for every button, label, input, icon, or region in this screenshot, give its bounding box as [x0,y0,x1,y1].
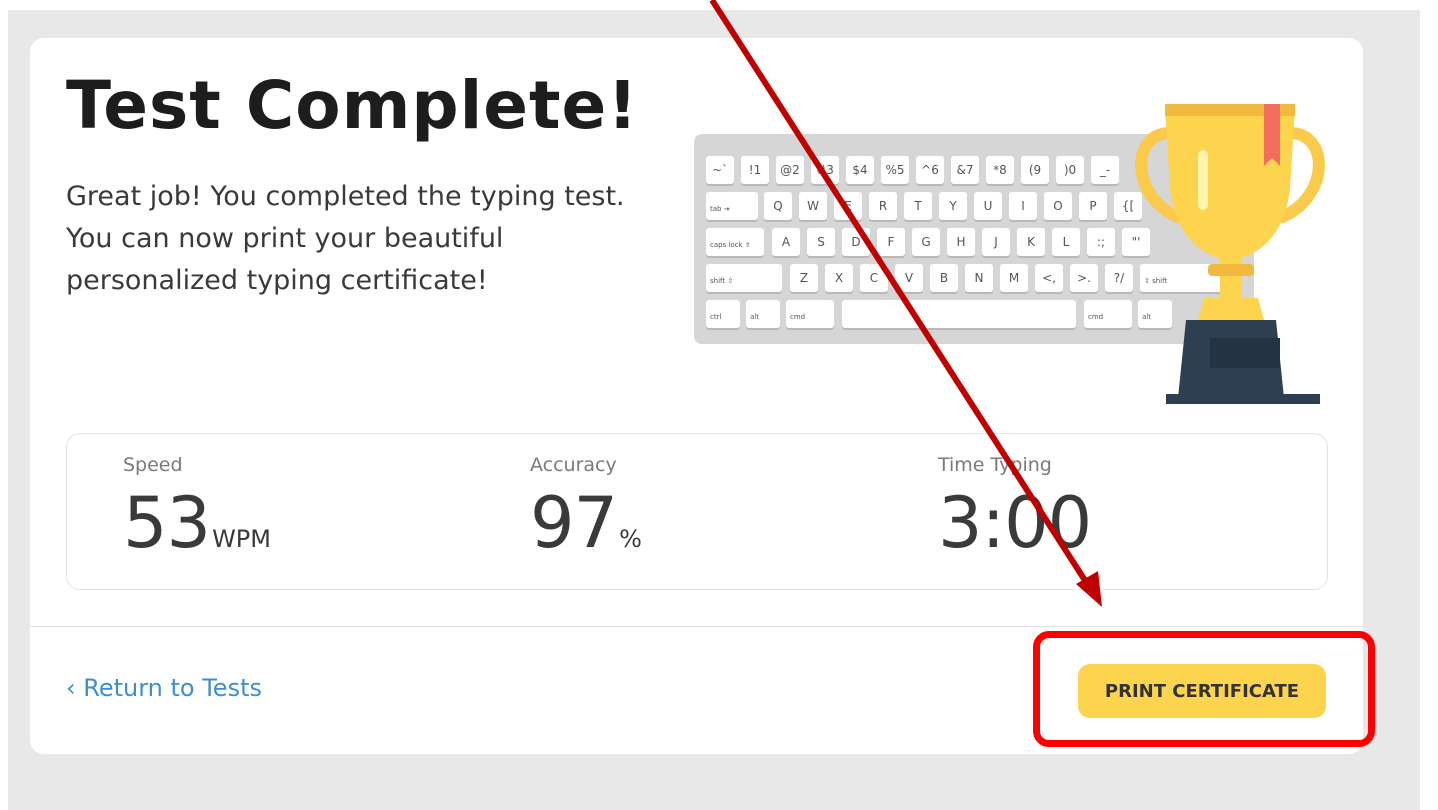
keyboard-key: _- [1091,156,1119,184]
keyboard-key: S [807,228,835,256]
keyboard-key: B [930,264,958,292]
keyboard-key: X [825,264,853,292]
keyboard-key: V [895,264,923,292]
print-certificate-button[interactable]: PRINT CERTIFICATE [1078,664,1326,718]
keyboard-key: ~` [706,156,734,184]
keyboard-key: R [869,192,897,220]
keyboard-key: H [947,228,975,256]
keyboard-key: $4 [846,156,874,184]
keyboard-key: >. [1070,264,1098,292]
keyboard-key: K [1017,228,1045,256]
stat-accuracy-label: Accuracy [530,454,617,476]
hero-illustration: ~` !1 @2 #3 $4 %5 ^6 &7 *8 (9)0 _- tab ⇥ Q W E R T Y U I O P{… [690,98,1340,408]
keyboard-key: N [965,264,993,292]
stats-panel: Speed 53WPM Accuracy 97% Time Typing 3:0… [66,433,1328,590]
keyboard-key: ^6 [916,156,944,184]
keyboard-key: (9 [1021,156,1049,184]
keyboard-key: E [834,192,862,220]
keyboard-key: P [1079,192,1107,220]
page-title: Test Complete! [66,67,639,144]
keyboard-key: T [904,192,932,220]
keyboard-spacebar [842,300,1076,328]
completion-message: Great job! You completed the typing test… [66,181,625,296]
keyboard-key: *8 [986,156,1014,184]
keyboard-key: A [772,228,800,256]
keyboard-key: Q [764,192,792,220]
keyboard-key: tab ⇥ [706,192,758,220]
stat-accuracy: Accuracy 97% [530,454,642,564]
keyboard-key: #3 [811,156,839,184]
keyboard-key: W [799,192,827,220]
keyboard-key: caps lock ⇪ [706,228,764,256]
stat-accuracy-unit: % [619,525,642,553]
stat-accuracy-value: 97 [530,482,618,564]
keyboard-key: cmd [786,300,834,328]
stat-speed-value: 53 [123,482,211,564]
stat-time: Time Typing 3:00 [938,454,1093,564]
results-card: Test Complete! Great job! You completed … [30,38,1363,754]
keyboard-key: !1 [741,156,769,184]
keyboard-key: @2 [776,156,804,184]
keyboard-key: :; [1087,228,1115,256]
keyboard-key: J [982,228,1010,256]
keyboard-key: M [1000,264,1028,292]
trophy-icon [1135,104,1325,404]
keyboard-key: alt [746,300,780,328]
keyboard-key: ctrl [706,300,740,328]
keyboard-key: Z [790,264,818,292]
keyboard-key: Y [939,192,967,220]
footer-divider [30,626,1363,627]
stat-speed-unit: WPM [212,525,271,553]
keyboard-key: F [877,228,905,256]
stat-speed: Speed 53WPM [123,454,271,564]
keyboard-key: O [1044,192,1072,220]
return-to-tests-link[interactable]: ‹ Return to Tests [66,674,262,702]
keyboard-key: %5 [881,156,909,184]
stat-time-label: Time Typing [938,454,1052,476]
keyboard-key: I [1009,192,1037,220]
keyboard-key: <, [1035,264,1063,292]
keyboard-key: )0 [1056,156,1084,184]
stat-speed-label: Speed [123,454,183,476]
keyboard-key: C [860,264,888,292]
keyboard-key: shift ⇧ [706,264,782,292]
keyboard-key: G [912,228,940,256]
keyboard-key: &7 [951,156,979,184]
keyboard-key: L [1052,228,1080,256]
keyboard-key: D [842,228,870,256]
stat-time-value: 3:00 [938,482,1092,564]
keyboard-key: U [974,192,1002,220]
